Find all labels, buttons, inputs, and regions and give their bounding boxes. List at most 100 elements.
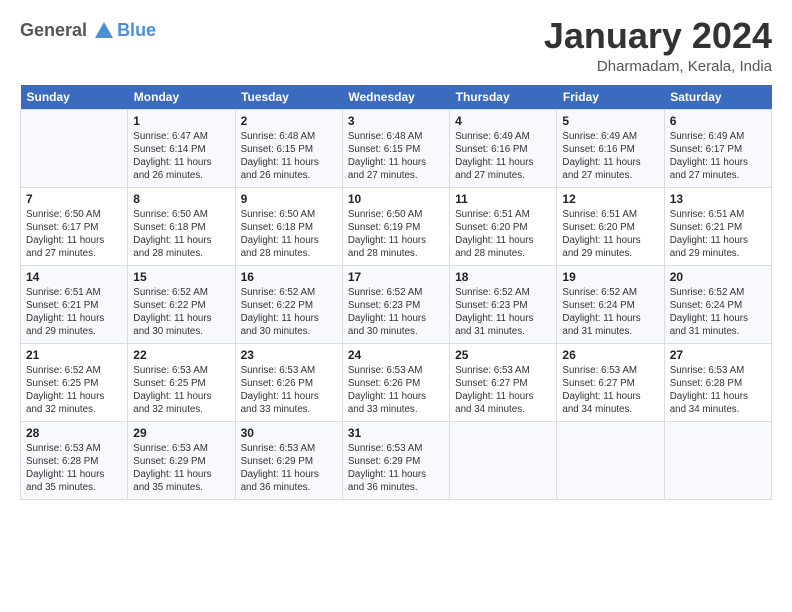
location: Dharmadam, Kerala, India: [544, 58, 772, 75]
calendar-cell: 27 Sunrise: 6:53 AMSunset: 6:28 PMDaylig…: [664, 343, 771, 421]
day-info: Sunrise: 6:51 AMSunset: 6:20 PMDaylight:…: [455, 209, 533, 260]
logo-icon: [93, 20, 115, 42]
day-info: Sunrise: 6:51 AMSunset: 6:21 PMDaylight:…: [26, 287, 104, 338]
calendar-cell: 4 Sunrise: 6:49 AMSunset: 6:16 PMDayligh…: [450, 109, 557, 187]
col-tuesday: Tuesday: [235, 85, 342, 110]
day-number: 26: [562, 348, 658, 362]
day-info: Sunrise: 6:53 AMSunset: 6:27 PMDaylight:…: [455, 365, 533, 416]
calendar-cell: 15 Sunrise: 6:52 AMSunset: 6:22 PMDaylig…: [128, 265, 235, 343]
day-number: 19: [562, 270, 658, 284]
col-saturday: Saturday: [664, 85, 771, 110]
calendar-cell: 21 Sunrise: 6:52 AMSunset: 6:25 PMDaylig…: [21, 343, 128, 421]
day-number: 23: [241, 348, 337, 362]
calendar-cell: [21, 109, 128, 187]
calendar-cell: 30 Sunrise: 6:53 AMSunset: 6:29 PMDaylig…: [235, 421, 342, 499]
title-block: January 2024 Dharmadam, Kerala, India: [544, 16, 772, 75]
calendar-cell: 2 Sunrise: 6:48 AMSunset: 6:15 PMDayligh…: [235, 109, 342, 187]
day-number: 24: [348, 348, 444, 362]
calendar-cell: 20 Sunrise: 6:52 AMSunset: 6:24 PMDaylig…: [664, 265, 771, 343]
day-number: 16: [241, 270, 337, 284]
day-info: Sunrise: 6:53 AMSunset: 6:29 PMDaylight:…: [348, 443, 426, 494]
calendar-cell: 17 Sunrise: 6:52 AMSunset: 6:23 PMDaylig…: [342, 265, 449, 343]
calendar-cell: 5 Sunrise: 6:49 AMSunset: 6:16 PMDayligh…: [557, 109, 664, 187]
calendar-week-2: 7 Sunrise: 6:50 AMSunset: 6:17 PMDayligh…: [21, 187, 772, 265]
calendar-cell: 12 Sunrise: 6:51 AMSunset: 6:20 PMDaylig…: [557, 187, 664, 265]
day-number: 15: [133, 270, 229, 284]
calendar-cell: [557, 421, 664, 499]
header-row: Sunday Monday Tuesday Wednesday Thursday…: [21, 85, 772, 110]
calendar-week-3: 14 Sunrise: 6:51 AMSunset: 6:21 PMDaylig…: [21, 265, 772, 343]
calendar-cell: 3 Sunrise: 6:48 AMSunset: 6:15 PMDayligh…: [342, 109, 449, 187]
calendar-cell: 11 Sunrise: 6:51 AMSunset: 6:20 PMDaylig…: [450, 187, 557, 265]
day-number: 31: [348, 426, 444, 440]
col-sunday: Sunday: [21, 85, 128, 110]
calendar-cell: 18 Sunrise: 6:52 AMSunset: 6:23 PMDaylig…: [450, 265, 557, 343]
calendar-cell: 19 Sunrise: 6:52 AMSunset: 6:24 PMDaylig…: [557, 265, 664, 343]
calendar-cell: [664, 421, 771, 499]
calendar-week-5: 28 Sunrise: 6:53 AMSunset: 6:28 PMDaylig…: [21, 421, 772, 499]
calendar-cell: [450, 421, 557, 499]
day-number: 14: [26, 270, 122, 284]
day-number: 13: [670, 192, 766, 206]
calendar-cell: 25 Sunrise: 6:53 AMSunset: 6:27 PMDaylig…: [450, 343, 557, 421]
day-info: Sunrise: 6:53 AMSunset: 6:28 PMDaylight:…: [26, 443, 104, 494]
day-number: 3: [348, 114, 444, 128]
day-number: 21: [26, 348, 122, 362]
calendar-cell: 9 Sunrise: 6:50 AMSunset: 6:18 PMDayligh…: [235, 187, 342, 265]
day-number: 20: [670, 270, 766, 284]
day-number: 18: [455, 270, 551, 284]
day-number: 5: [562, 114, 658, 128]
day-info: Sunrise: 6:52 AMSunset: 6:22 PMDaylight:…: [133, 287, 211, 338]
day-info: Sunrise: 6:49 AMSunset: 6:16 PMDaylight:…: [455, 131, 533, 182]
day-info: Sunrise: 6:52 AMSunset: 6:23 PMDaylight:…: [348, 287, 426, 338]
calendar-cell: 10 Sunrise: 6:50 AMSunset: 6:19 PMDaylig…: [342, 187, 449, 265]
day-info: Sunrise: 6:52 AMSunset: 6:22 PMDaylight:…: [241, 287, 319, 338]
day-number: 4: [455, 114, 551, 128]
calendar-cell: 6 Sunrise: 6:49 AMSunset: 6:17 PMDayligh…: [664, 109, 771, 187]
header: General Blue January 2024 Dharmadam, Ker…: [20, 16, 772, 75]
calendar-week-4: 21 Sunrise: 6:52 AMSunset: 6:25 PMDaylig…: [21, 343, 772, 421]
day-info: Sunrise: 6:50 AMSunset: 6:17 PMDaylight:…: [26, 209, 104, 260]
day-info: Sunrise: 6:52 AMSunset: 6:24 PMDaylight:…: [670, 287, 748, 338]
day-info: Sunrise: 6:50 AMSunset: 6:19 PMDaylight:…: [348, 209, 426, 260]
day-info: Sunrise: 6:53 AMSunset: 6:29 PMDaylight:…: [133, 443, 211, 494]
calendar-cell: 16 Sunrise: 6:52 AMSunset: 6:22 PMDaylig…: [235, 265, 342, 343]
calendar-cell: 13 Sunrise: 6:51 AMSunset: 6:21 PMDaylig…: [664, 187, 771, 265]
day-number: 17: [348, 270, 444, 284]
day-info: Sunrise: 6:50 AMSunset: 6:18 PMDaylight:…: [241, 209, 319, 260]
day-info: Sunrise: 6:50 AMSunset: 6:18 PMDaylight:…: [133, 209, 211, 260]
day-number: 29: [133, 426, 229, 440]
day-info: Sunrise: 6:49 AMSunset: 6:17 PMDaylight:…: [670, 131, 748, 182]
col-monday: Monday: [128, 85, 235, 110]
day-info: Sunrise: 6:53 AMSunset: 6:29 PMDaylight:…: [241, 443, 319, 494]
day-number: 28: [26, 426, 122, 440]
col-wednesday: Wednesday: [342, 85, 449, 110]
day-info: Sunrise: 6:53 AMSunset: 6:25 PMDaylight:…: [133, 365, 211, 416]
calendar-cell: 28 Sunrise: 6:53 AMSunset: 6:28 PMDaylig…: [21, 421, 128, 499]
day-info: Sunrise: 6:52 AMSunset: 6:24 PMDaylight:…: [562, 287, 640, 338]
logo: General Blue: [20, 20, 156, 42]
month-title: January 2024: [544, 16, 772, 56]
day-number: 7: [26, 192, 122, 206]
calendar-cell: 8 Sunrise: 6:50 AMSunset: 6:18 PMDayligh…: [128, 187, 235, 265]
day-number: 25: [455, 348, 551, 362]
calendar-cell: 22 Sunrise: 6:53 AMSunset: 6:25 PMDaylig…: [128, 343, 235, 421]
day-number: 12: [562, 192, 658, 206]
day-info: Sunrise: 6:52 AMSunset: 6:23 PMDaylight:…: [455, 287, 533, 338]
day-number: 11: [455, 192, 551, 206]
day-info: Sunrise: 6:48 AMSunset: 6:15 PMDaylight:…: [241, 131, 319, 182]
day-number: 2: [241, 114, 337, 128]
calendar-cell: 31 Sunrise: 6:53 AMSunset: 6:29 PMDaylig…: [342, 421, 449, 499]
page: General Blue January 2024 Dharmadam, Ker…: [0, 0, 792, 612]
day-number: 8: [133, 192, 229, 206]
day-number: 10: [348, 192, 444, 206]
calendar-cell: 23 Sunrise: 6:53 AMSunset: 6:26 PMDaylig…: [235, 343, 342, 421]
day-number: 27: [670, 348, 766, 362]
col-friday: Friday: [557, 85, 664, 110]
calendar-cell: 1 Sunrise: 6:47 AMSunset: 6:14 PMDayligh…: [128, 109, 235, 187]
calendar-week-1: 1 Sunrise: 6:47 AMSunset: 6:14 PMDayligh…: [21, 109, 772, 187]
day-number: 1: [133, 114, 229, 128]
day-number: 9: [241, 192, 337, 206]
day-info: Sunrise: 6:48 AMSunset: 6:15 PMDaylight:…: [348, 131, 426, 182]
day-info: Sunrise: 6:47 AMSunset: 6:14 PMDaylight:…: [133, 131, 211, 182]
